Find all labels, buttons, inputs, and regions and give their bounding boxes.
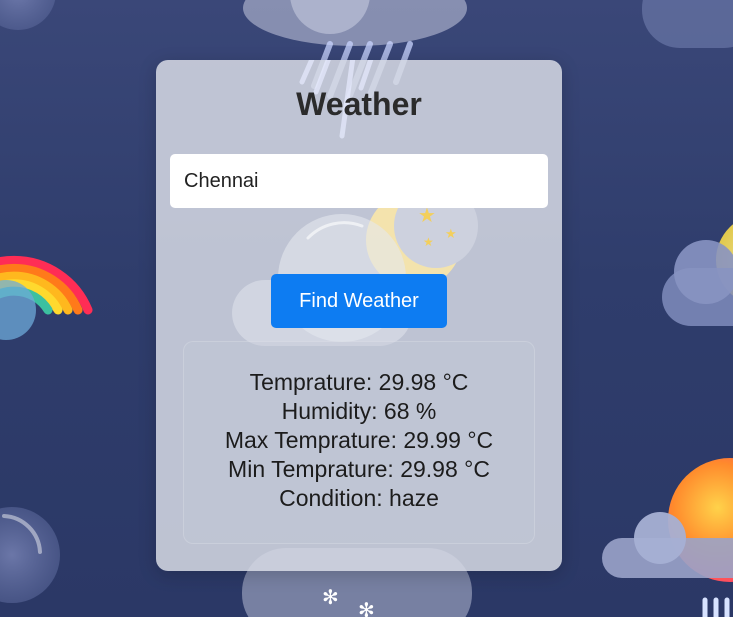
app-title: Weather xyxy=(296,86,422,122)
svg-text:✻: ✻ xyxy=(358,598,375,617)
temperature-text: Temprature: 29.98 °C xyxy=(249,369,469,395)
bubble-icon xyxy=(0,507,60,603)
find-weather-button[interactable]: Find Weather xyxy=(271,274,447,328)
svg-text:★: ★ xyxy=(423,235,434,249)
city-search-input[interactable] xyxy=(170,154,548,208)
humidity-text: Humidity: 68 % xyxy=(281,398,437,424)
bubble-icon xyxy=(0,0,56,30)
rainbow-icon xyxy=(0,255,93,340)
cloud-icon xyxy=(642,0,733,48)
sun-cloud-icon xyxy=(602,458,733,617)
moon-cloud-icon xyxy=(662,224,733,326)
svg-text:★: ★ xyxy=(445,227,457,242)
max-temperature-text: Max Temprature: 29.99 °C xyxy=(224,427,494,453)
weather-results: Temprature: 29.98 °C Humidity: 68 % Max … xyxy=(183,341,535,544)
svg-text:✻: ✻ xyxy=(322,585,339,609)
min-temperature-text: Min Temprature: 29.98 °C xyxy=(228,456,490,482)
weather-card: ★ ★ ★ Weather Find Weather Temprature: 2… xyxy=(156,60,562,571)
condition-text: Condition: haze xyxy=(279,485,439,511)
